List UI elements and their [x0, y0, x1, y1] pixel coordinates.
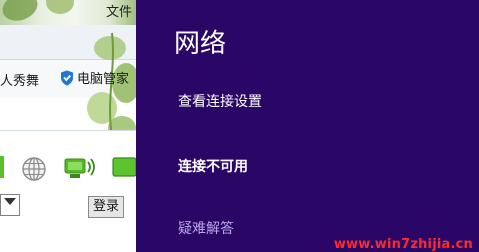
favorite-link[interactable]: 人秀舞: [0, 70, 39, 89]
toolbar-edge-icon: [0, 156, 4, 178]
battery-icon[interactable]: [112, 156, 136, 178]
background-desktop: 文件 人秀舞 电脑管家 登录: [0, 0, 136, 252]
chevron-down-icon: [4, 198, 16, 205]
connection-status: 连接不可用: [178, 159, 248, 175]
view-connection-settings-link[interactable]: 查看连接设置: [178, 92, 262, 112]
browser-content: [0, 130, 136, 252]
wallpaper-leaf: [46, 0, 74, 14]
panel-title: 网络: [174, 29, 227, 59]
favorite-link-label: 电脑管家: [77, 72, 130, 87]
network-panel: 网络 查看连接设置 连接不可用 疑难解答 www.win7zhijia.cn: [136, 0, 479, 252]
file-menu[interactable]: 文件: [106, 1, 132, 20]
dropdown-select[interactable]: [0, 194, 20, 216]
wallpaper-leaf: [0, 0, 42, 26]
watermark: www.win7zhijia.cn: [333, 237, 473, 252]
network-signal-icon[interactable]: [64, 156, 98, 180]
login-button[interactable]: 登录: [88, 196, 124, 218]
shield-icon: [61, 70, 73, 86]
troubleshoot-link[interactable]: 疑难解答: [178, 219, 234, 239]
favorite-link-pc-manager[interactable]: 电脑管家: [60, 68, 129, 87]
globe-icon[interactable]: [21, 156, 47, 182]
